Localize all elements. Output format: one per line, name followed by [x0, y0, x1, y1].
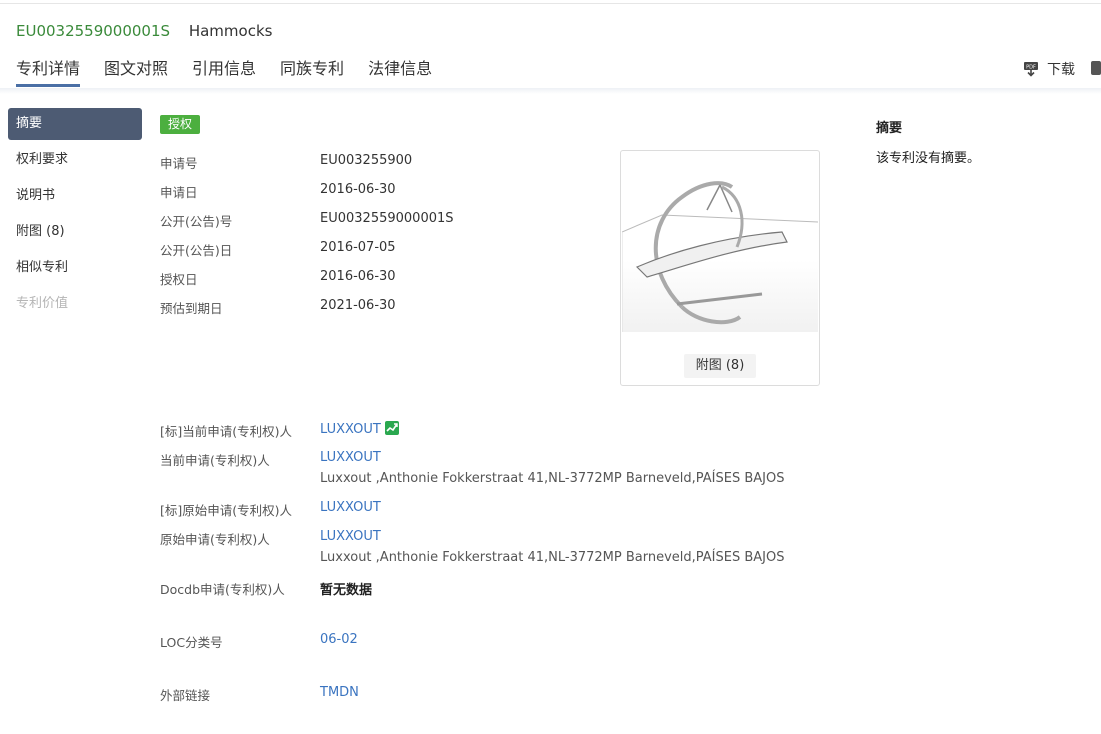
- hammock-drawing: [621, 181, 819, 332]
- sidebar-item-description[interactable]: 说明书: [8, 180, 142, 212]
- detail-label: 申请日: [160, 185, 198, 200]
- detail-value: 2016-07-05: [320, 240, 396, 255]
- tab-family[interactable]: 同族专利: [280, 58, 344, 86]
- sidebar: 摘要 权利要求 说明书 附图 (8) 相似专利 专利价值: [8, 108, 142, 324]
- chart-icon[interactable]: [384, 421, 399, 435]
- classification-link[interactable]: 06-02: [320, 632, 358, 647]
- sidebar-item-abstract[interactable]: 摘要: [8, 108, 142, 140]
- download-button[interactable]: PDF 下载: [1023, 59, 1075, 79]
- sidebar-item-value: 专利价值: [16, 296, 69, 311]
- tab-image-text[interactable]: 图文对照: [104, 58, 168, 86]
- tab-bar: 专利详情 图文对照 引用信息 同族专利 法律信息: [16, 58, 456, 88]
- applicant-name[interactable]: LUXXOUT: [320, 422, 381, 437]
- applicant-link[interactable]: LUXXOUT: [320, 529, 381, 544]
- tab-citations[interactable]: 引用信息: [192, 58, 256, 86]
- applicant-label: [标]原始申请(专利权)人: [160, 503, 293, 518]
- detail-value: 2016-06-30: [320, 182, 396, 197]
- applicant-label: 当前申请(专利权)人: [160, 453, 270, 468]
- applicant-address: Luxxout ,Anthonie Fokkerstraat 41,NL-377…: [320, 471, 785, 486]
- detail-label: 公开(公告)日: [160, 243, 233, 258]
- download-icon: PDF: [1024, 62, 1038, 77]
- abstract-text: 该专利没有摘要。: [876, 151, 981, 166]
- tab-legal[interactable]: 法律信息: [368, 58, 432, 86]
- detail-value: 2016-06-30: [320, 269, 396, 284]
- sidebar-item-claims[interactable]: 权利要求: [8, 144, 142, 176]
- detail-value: EU003255900: [320, 153, 413, 168]
- tab-patent-details[interactable]: 专利详情: [16, 58, 81, 87]
- applicant-label: [标]当前申请(专利权)人: [160, 424, 293, 439]
- applicant-label: 原始申请(专利权)人: [160, 532, 270, 547]
- detail-value: EU0032559000001S: [320, 211, 454, 226]
- applicant-link[interactable]: LUXXOUT: [320, 500, 381, 515]
- detail-value: 2021-06-30: [320, 298, 396, 313]
- applicant-link[interactable]: LUXXOUT: [320, 421, 399, 437]
- classification-label: LOC分类号: [160, 635, 223, 650]
- page-title: EU0032559000001S Hammocks: [16, 22, 272, 40]
- applicant-value: 暂无数据: [320, 583, 373, 598]
- sidebar-item-figures[interactable]: 附图 (8): [8, 216, 142, 248]
- detail-label: 公开(公告)号: [160, 214, 233, 229]
- detail-label: 授权日: [160, 272, 198, 287]
- tabs-divider: [0, 88, 1101, 94]
- external-link-label: 外部链接: [160, 688, 211, 703]
- figure-card[interactable]: 附图 (8): [620, 150, 820, 386]
- clipboard-icon[interactable]: [1091, 61, 1101, 75]
- applicant-link[interactable]: LUXXOUT: [320, 450, 381, 465]
- patent-title: Hammocks: [188, 22, 273, 40]
- status-badge: 授权: [160, 115, 201, 134]
- applicant-label: Docdb申请(专利权)人: [160, 582, 285, 597]
- detail-label: 申请号: [160, 156, 198, 171]
- detail-label: 预估到期日: [160, 301, 223, 316]
- publication-number: EU0032559000001S: [16, 22, 171, 40]
- svg-text:PDF: PDF: [1026, 65, 1036, 71]
- sidebar-item-similar[interactable]: 相似专利: [8, 252, 142, 284]
- external-link[interactable]: TMDN: [320, 685, 359, 700]
- hammock-figure[interactable]: [621, 152, 819, 332]
- figures-button[interactable]: 附图 (8): [684, 354, 756, 378]
- download-label: 下载: [1047, 62, 1075, 78]
- top-border: [0, 3, 1101, 4]
- applicant-address: Luxxout ,Anthonie Fokkerstraat 41,NL-377…: [320, 550, 785, 565]
- abstract-title: 摘要: [876, 121, 903, 136]
